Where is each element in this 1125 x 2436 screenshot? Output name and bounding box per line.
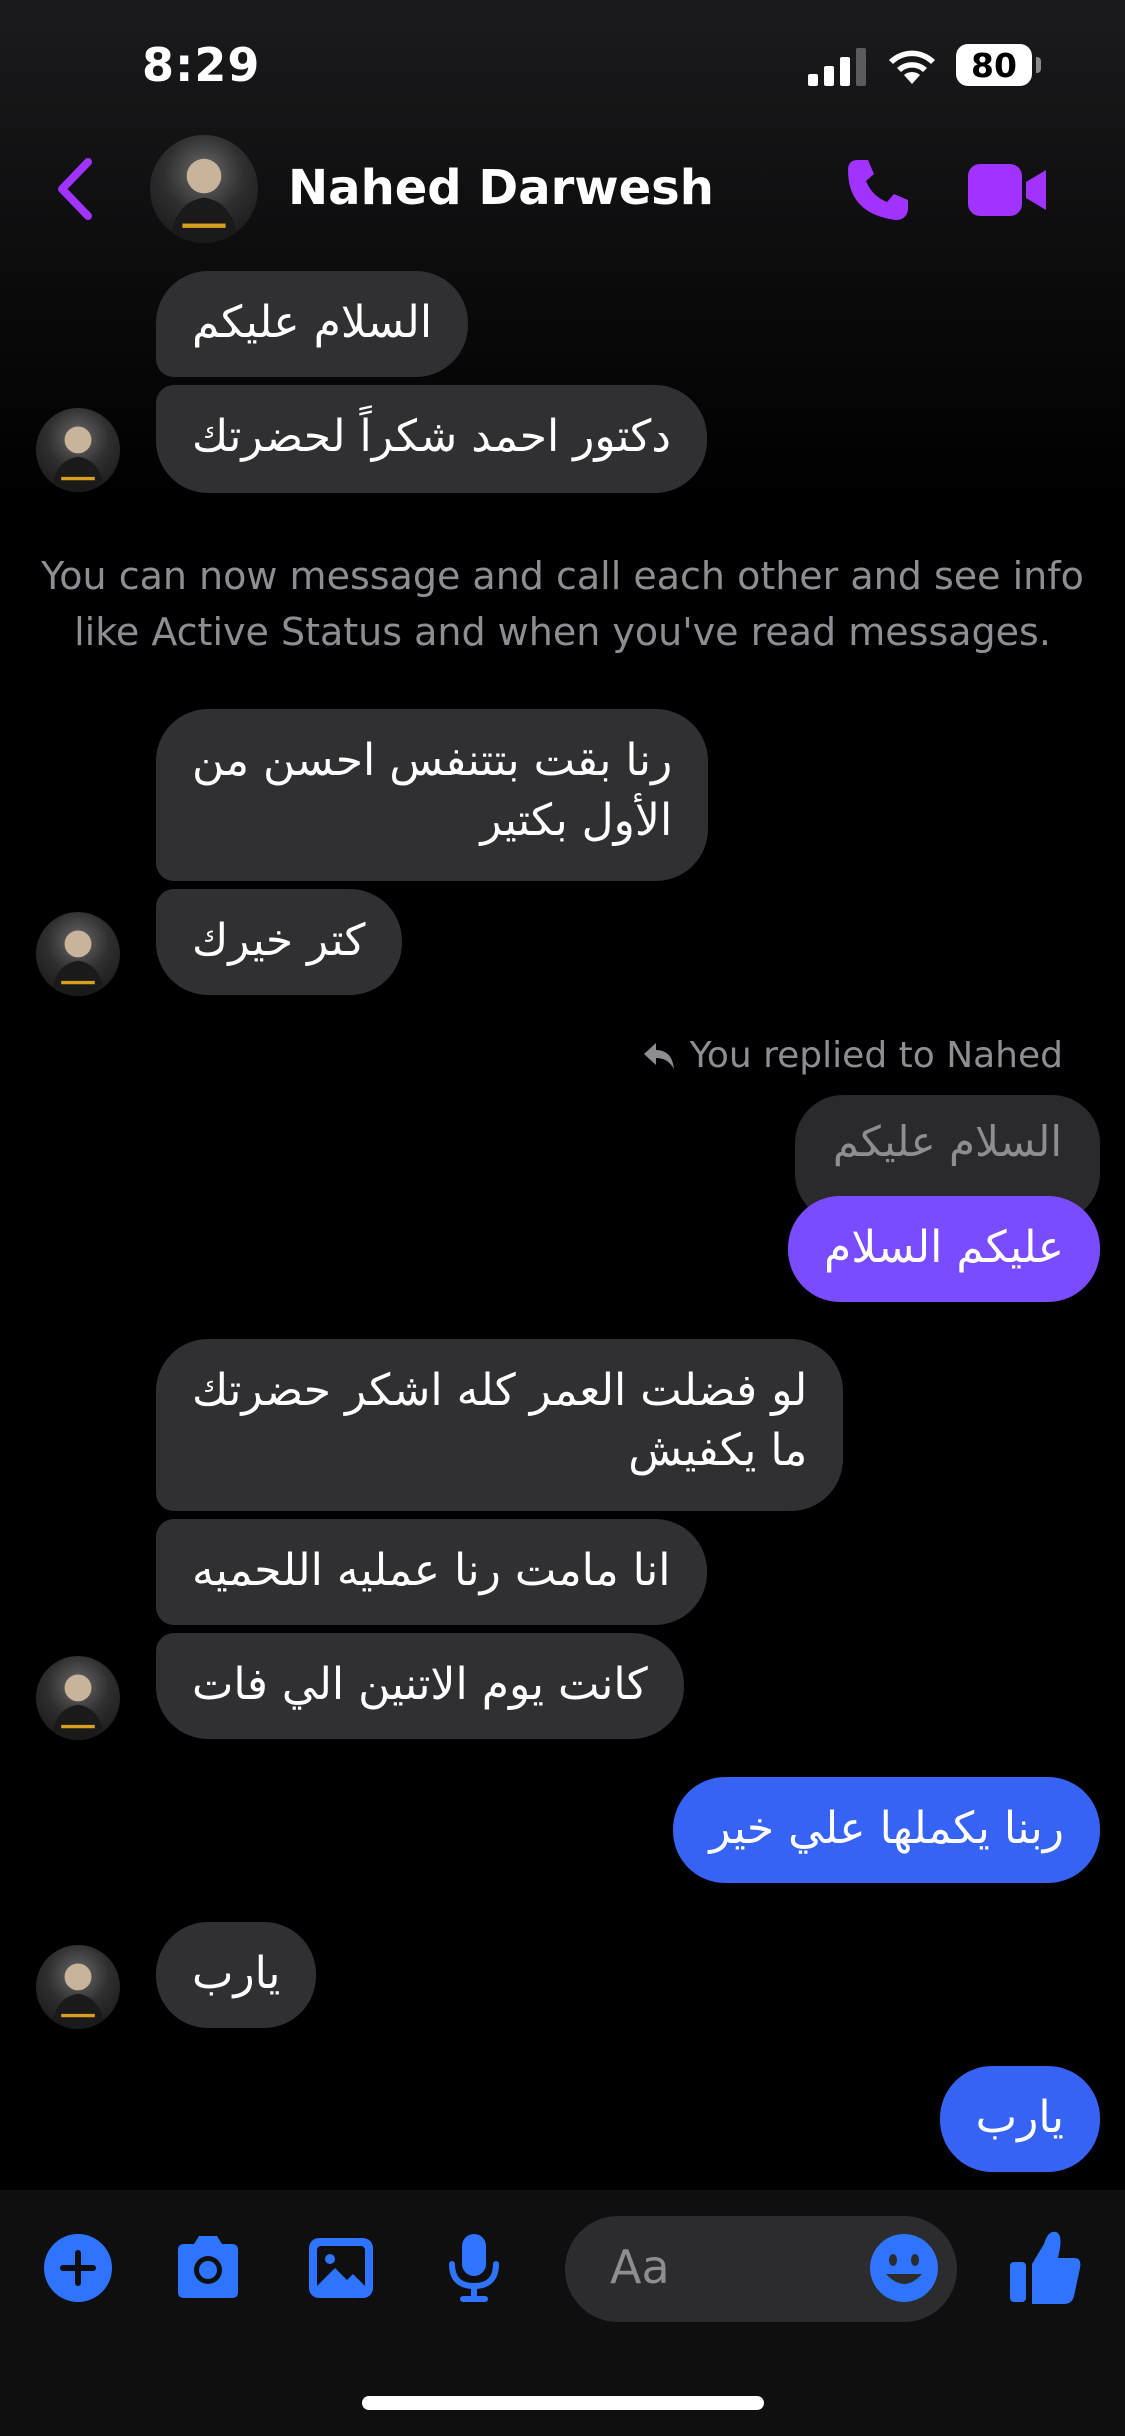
home-indicator xyxy=(362,2396,764,2410)
conversation-system-note: You can now message and call each other … xyxy=(41,554,1084,654)
outgoing-message-bubble[interactable]: يارب xyxy=(939,2066,1100,2172)
incoming-message-bubble[interactable]: انا مامت رنا عمليه اللحميه xyxy=(156,1519,707,1625)
avatar-figure xyxy=(51,1963,105,2029)
status-time: 8:29 xyxy=(142,38,261,92)
sender-avatar[interactable] xyxy=(36,408,120,492)
outgoing-message-bubble[interactable]: عليكم السلام xyxy=(787,1196,1100,1302)
back-chevron-icon[interactable] xyxy=(54,156,94,222)
cellular-signal-icon xyxy=(808,48,866,86)
contact-name[interactable]: Nahed Darwesh xyxy=(288,160,714,216)
wifi-icon xyxy=(889,50,935,84)
avatar-figure xyxy=(51,426,105,492)
reply-indicator: You replied to Nahed xyxy=(642,1035,1063,1076)
avatar-figure xyxy=(169,158,239,243)
incoming-message-bubble[interactable]: كانت يوم الاتنين الي فات xyxy=(156,1633,684,1739)
incoming-message-bubble[interactable]: دكتور احمد شكراً لحضرتك xyxy=(156,385,707,493)
outgoing-message-bubble[interactable]: ربنا يكملها علي خير xyxy=(673,1777,1100,1883)
battery-tip xyxy=(1036,57,1041,73)
image-icon[interactable] xyxy=(303,2230,379,2306)
reply-label-text: You replied to Nahed xyxy=(689,1035,1063,1076)
sender-avatar[interactable] xyxy=(36,1656,120,1740)
incoming-message-bubble[interactable]: كتر خيرك xyxy=(156,889,402,995)
battery-icon: 80 xyxy=(956,44,1032,86)
phone-call-icon[interactable] xyxy=(844,156,912,224)
incoming-message-bubble[interactable]: لو فضلت العمر كله اشكر حضرتك ما يكفيش xyxy=(156,1339,844,1511)
video-call-icon[interactable] xyxy=(968,162,1048,218)
incoming-message-bubble[interactable]: السلام عليكم xyxy=(156,271,469,377)
message-input-placeholder[interactable]: Aa xyxy=(610,2240,670,2294)
avatar-figure xyxy=(51,1674,105,1740)
emoji-icon[interactable] xyxy=(868,2232,940,2304)
battery-level: 80 xyxy=(971,45,1017,85)
contact-avatar[interactable] xyxy=(150,135,258,243)
sender-avatar[interactable] xyxy=(36,912,120,996)
thumbs-up-icon[interactable] xyxy=(1008,2226,1084,2306)
plus-icon[interactable] xyxy=(40,2230,116,2306)
incoming-message-bubble[interactable]: يارب xyxy=(156,1922,317,2028)
microphone-icon[interactable] xyxy=(436,2230,512,2306)
sender-avatar[interactable] xyxy=(36,1945,120,2029)
incoming-message-bubble[interactable]: رنا بقت بتتنفس احسن من الأول بكتير xyxy=(156,709,709,881)
avatar-figure xyxy=(51,930,105,996)
reply-arrow-icon xyxy=(643,1042,674,1069)
camera-icon[interactable] xyxy=(170,2230,246,2306)
